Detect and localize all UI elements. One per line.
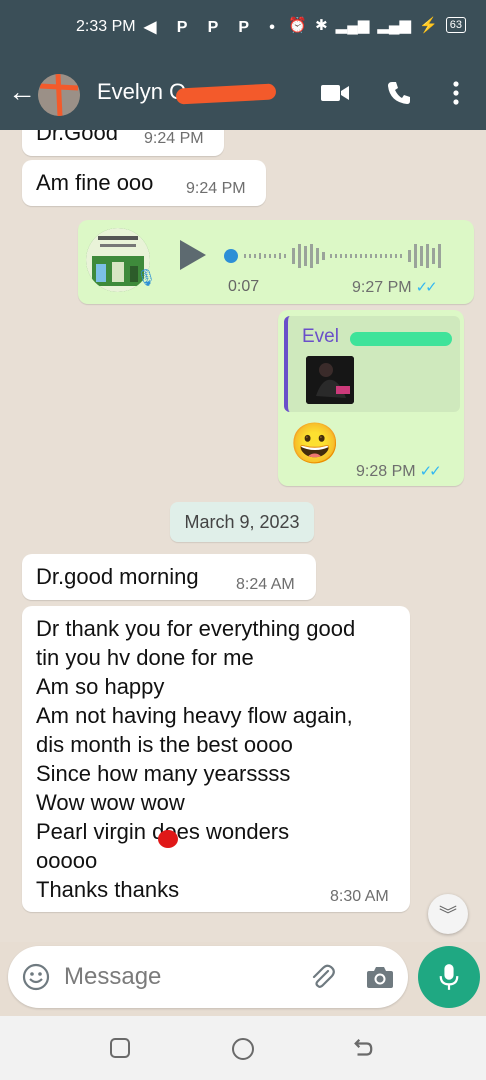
- message-time-text: 9:28 PM: [356, 463, 416, 480]
- system-icons: ⏰ ✱ ▂▄▆ ▂▄▆ ⚡ 63: [288, 16, 466, 34]
- scroll-to-bottom-button[interactable]: ︾: [428, 894, 468, 934]
- date-separator: March 9, 2023: [170, 502, 314, 542]
- message-time: 9:27 PM ✓✓: [352, 278, 438, 297]
- message-composer: [8, 946, 408, 1008]
- signal-icon-2: ▂▄▆: [377, 17, 412, 34]
- reply-message-bubble[interactable]: Evel 😀 9:28 PM ✓✓: [278, 310, 464, 486]
- quoted-sender-name: Evel: [302, 326, 339, 347]
- message-time: 9:28 PM ✓✓: [356, 462, 442, 481]
- avatar-redaction: [38, 74, 80, 116]
- message-bubble[interactable]: Dr thank you for everything good tin you…: [22, 606, 410, 912]
- message-text: Dr.good morning: [36, 564, 199, 589]
- message-line: Pearl virgin does wonders: [36, 819, 290, 844]
- avatar[interactable]: [38, 74, 80, 116]
- back-arrow-icon[interactable]: ←: [8, 78, 36, 106]
- quoted-name-redaction: [350, 332, 452, 346]
- status-time: 2:33 PM: [76, 18, 136, 35]
- video-call-icon[interactable]: [320, 80, 350, 106]
- recent-apps-button[interactable]: [110, 1038, 130, 1058]
- alarm-icon: ⏰: [288, 17, 308, 34]
- message-line: Dr thank you for everything good: [36, 616, 356, 641]
- charging-icon: ⚡: [419, 17, 438, 34]
- play-icon[interactable]: [180, 240, 206, 270]
- message-time: 8:24 AM: [236, 576, 295, 593]
- mic-badge-icon: 🎙: [136, 270, 157, 287]
- seek-handle[interactable]: [224, 249, 238, 263]
- more-vert-icon[interactable]: [444, 80, 468, 106]
- voice-message-bubble[interactable]: 🎙 0:07 9:27 PM ✓✓: [78, 220, 474, 304]
- message-line: Wow wow wow: [36, 790, 185, 815]
- message-line: Am so happy: [36, 674, 165, 699]
- message-text: Dr.Good: [36, 130, 118, 145]
- read-ticks-icon: ✓✓: [415, 279, 438, 296]
- emoji-message: 😀: [290, 422, 340, 466]
- message-time: 9:24 PM: [144, 130, 204, 147]
- quoted-image-thumbnail: [306, 356, 354, 404]
- home-button[interactable]: [232, 1038, 254, 1060]
- chat-area[interactable]: Dr.Good 9:24 PM Am fine ooo 9:24 PM 🎙 0:…: [0, 130, 486, 942]
- message-time-text: 9:27 PM: [352, 279, 412, 296]
- message-line: dis month is the best oooo: [36, 732, 293, 757]
- message-text: Am fine ooo: [36, 170, 154, 195]
- chevron-double-down-icon: ︾: [439, 905, 457, 925]
- chat-header: ← Evelyn O.: [0, 56, 486, 130]
- message-bubble[interactable]: Am fine ooo 9:24 PM: [22, 160, 266, 206]
- camera-icon[interactable]: [366, 964, 394, 990]
- waveform[interactable]: [242, 242, 446, 270]
- message-text: Dr thank you for everything good tin you…: [36, 614, 355, 904]
- emoji-icon[interactable]: [22, 963, 50, 991]
- phone-icon[interactable]: [384, 80, 414, 106]
- message-line: Am not having heavy flow again,: [36, 703, 353, 728]
- quoted-message[interactable]: Evel: [284, 316, 460, 412]
- message-bubble[interactable]: Dr.Good 9:24 PM: [22, 130, 224, 156]
- message-time: 8:30 AM: [330, 888, 389, 905]
- message-line: ooooo: [36, 848, 98, 873]
- battery-icon: 63: [445, 17, 466, 33]
- read-ticks-icon: ✓✓: [419, 463, 442, 480]
- message-time: 9:24 PM: [186, 180, 246, 197]
- mic-icon: [439, 964, 459, 990]
- bluetooth-icon: ✱: [315, 17, 328, 34]
- system-nav-bar: [0, 1016, 486, 1080]
- message-input[interactable]: [64, 960, 294, 994]
- message-line: Thanks thanks: [36, 877, 180, 902]
- voice-duration: 0:07: [228, 278, 260, 295]
- attach-icon[interactable]: [308, 963, 336, 991]
- message-bubble[interactable]: Dr.good morning 8:24 AM: [22, 554, 316, 600]
- message-line: Since how many yearssss: [36, 761, 291, 786]
- voice-record-button[interactable]: [418, 946, 480, 1008]
- signal-icon: ▂▄▆: [335, 17, 370, 34]
- message-line: tin you hv done for me: [36, 645, 254, 670]
- status-bar: 2:33 PM ◀ P P P • ⏰ ✱ ▂▄▆ ▂▄▆ ⚡ 63: [0, 0, 486, 56]
- notification-icons: ◀ P P P •: [144, 19, 283, 36]
- redaction-mark: [158, 830, 178, 848]
- back-nav-icon[interactable]: [352, 1038, 374, 1060]
